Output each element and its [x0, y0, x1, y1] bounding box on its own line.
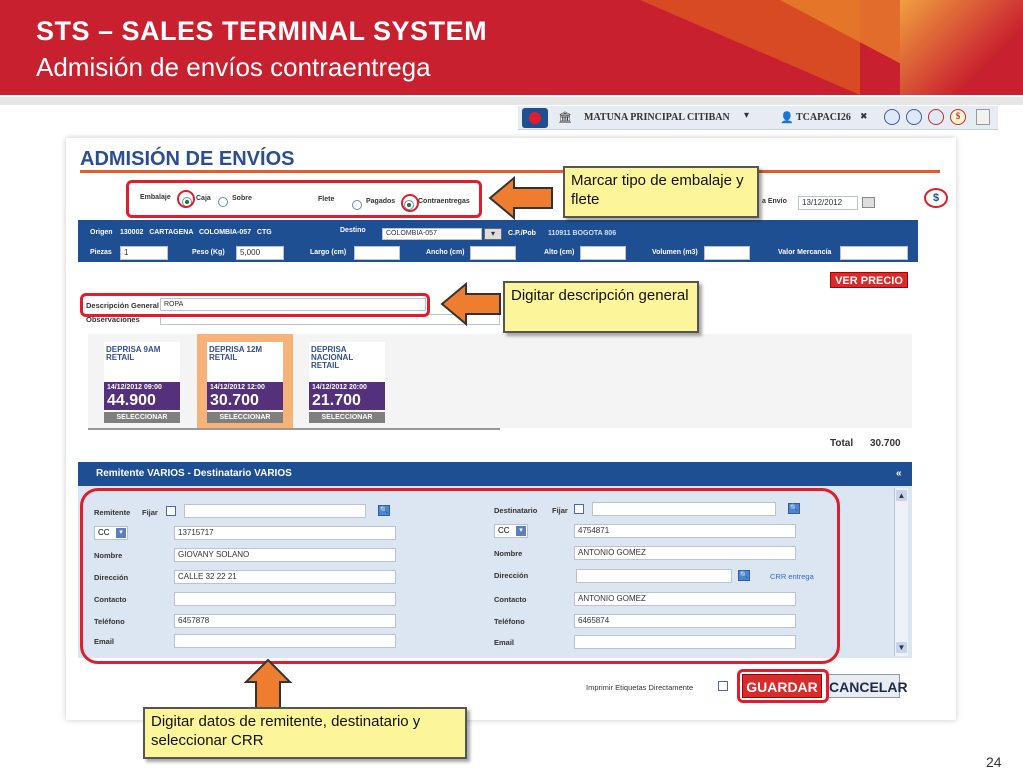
product-price: 44.900 [107, 392, 156, 409]
chevron-down-icon[interactable]: ▾ [744, 110, 749, 121]
origen-label: Origen [90, 229, 113, 236]
heading-underline [80, 170, 940, 173]
product-name: DEPRISA 9AM RETAIL [106, 345, 161, 362]
highlight-contraentregas-radio [401, 194, 419, 212]
cppob-label: C.P./Pob [508, 230, 536, 237]
callout-embalaje-flete: Marcar tipo de embalaje y flete [563, 166, 759, 218]
volumen-input[interactable] [704, 246, 750, 260]
product-date: 14/12/2012 09:00 [107, 384, 162, 391]
highlight-guardar [737, 669, 829, 703]
divider [0, 97, 1023, 105]
products-divider [88, 428, 500, 430]
cppob-value: 110911 BOGOTA 806 [548, 230, 617, 237]
valor-label: Valor Mercancía [778, 249, 832, 256]
product-name: DEPRISA NACIONAL RETAIL [311, 345, 354, 370]
alto-label: Alto (cm) [544, 249, 575, 256]
chevron-down-icon[interactable]: ▾ [484, 228, 502, 240]
close-icon[interactable]: ✖ [860, 111, 868, 122]
currency-icon[interactable]: $ [924, 188, 948, 208]
ancho-input[interactable] [470, 246, 516, 260]
calendar-icon[interactable] [862, 197, 875, 208]
page-number: 24 [986, 754, 1002, 770]
peso-input[interactable]: 5,000 [236, 246, 284, 260]
destino-select[interactable]: COLOMBIA-057 [382, 228, 482, 240]
callout-remitente-destinatario: Digitar datos de remitente, destinatario… [143, 707, 467, 759]
highlight-caja-radio [177, 190, 195, 208]
home-logo-icon[interactable] [522, 108, 548, 128]
origen-value: 130002 CARTAGENA COLOMBIA-057 CTG [120, 229, 272, 236]
product-card-9am[interactable]: DEPRISA 9AM RETAIL 14/12/2012 09:00 44.90… [104, 342, 180, 423]
product-card-12m[interactable]: DEPRISA 12M RETAIL 14/12/2012 12:00 30.70… [207, 342, 283, 423]
mail-icon[interactable] [906, 109, 922, 125]
destino-label: Destino [340, 227, 366, 234]
total-value: 30.700 [870, 438, 901, 449]
fecha-envio-label: a Envío [762, 198, 787, 205]
product-date: 14/12/2012 20:00 [312, 384, 367, 391]
product-card-nacional[interactable]: DEPRISA NACIONAL RETAIL 14/12/2012 20:00… [309, 342, 385, 423]
product-name: DEPRISA 12M RETAIL [209, 345, 263, 362]
highlight-descripcion [80, 293, 430, 317]
app-topbar: 🏛 MATUNA PRINCIPAL CITIBAN ▾ 👤 TCAPACI26… [518, 106, 998, 130]
product-price: 21.700 [312, 392, 361, 409]
dollar-icon[interactable]: $ [950, 109, 966, 125]
form-heading: ADMISIÓN DE ENVÍOS [80, 148, 295, 170]
document-icon[interactable] [976, 109, 990, 125]
arrow-up-icon [244, 658, 292, 709]
largo-label: Largo (cm) [310, 249, 347, 256]
fecha-envio-input[interactable]: 13/12/2012 [798, 196, 858, 210]
select-button[interactable]: SELECCIONAR [104, 412, 180, 423]
product-date: 14/12/2012 12:00 [210, 384, 265, 391]
arrow-left-icon [440, 282, 501, 326]
piezas-input[interactable]: 1 [120, 246, 168, 260]
cancelar-button[interactable]: CANCELAR [828, 674, 908, 698]
imprimir-checkbox[interactable] [718, 681, 728, 691]
alto-input[interactable] [580, 246, 626, 260]
user-name: TCAPACI26 [796, 112, 851, 123]
parties-panel-header: Remitente VARIOS - Destinatario VARIOS [78, 462, 912, 486]
imprimir-label: Imprimir Etiquetas Directamente [586, 683, 694, 692]
collapse-icon[interactable]: « [896, 468, 902, 479]
chat-icon[interactable] [884, 109, 900, 125]
volumen-label: Volumen (m3) [652, 249, 698, 256]
highlight-parties [80, 488, 840, 664]
slide-subtitle: Admisión de envíos contraentrega [36, 52, 431, 82]
ver-precio-button[interactable]: VER PRECIO [830, 272, 908, 288]
scrollbar[interactable]: ▲ ▼ [894, 488, 908, 656]
stop-icon[interactable] [928, 109, 944, 125]
title-banner: STS – SALES TERMINAL SYSTEM Admisión de … [0, 0, 1023, 95]
peso-label: Peso (Kg) [192, 249, 225, 256]
slide-title: STS – SALES TERMINAL SYSTEM [36, 16, 488, 46]
user-icon: 👤 [780, 112, 794, 124]
total-label: Total [830, 438, 854, 449]
select-button[interactable]: SELECCIONAR [309, 412, 385, 423]
select-button[interactable]: SELECCIONAR [207, 412, 283, 423]
valor-input[interactable] [840, 246, 908, 260]
building-icon: 🏛 [558, 112, 572, 124]
shipment-header: Origen 130002 CARTAGENA COLOMBIA-057 CTG… [78, 220, 918, 262]
arrow-left-icon [488, 176, 553, 220]
slide: STS – SALES TERMINAL SYSTEM Admisión de … [0, 0, 1023, 783]
largo-input[interactable] [354, 246, 400, 260]
branch-name[interactable]: MATUNA PRINCIPAL CITIBAN [584, 112, 744, 123]
callout-descripcion: Digitar descripción general [503, 281, 699, 333]
product-price: 30.700 [210, 392, 259, 409]
ancho-label: Ancho (cm) [426, 249, 465, 256]
piezas-label: Piezas [90, 249, 112, 256]
